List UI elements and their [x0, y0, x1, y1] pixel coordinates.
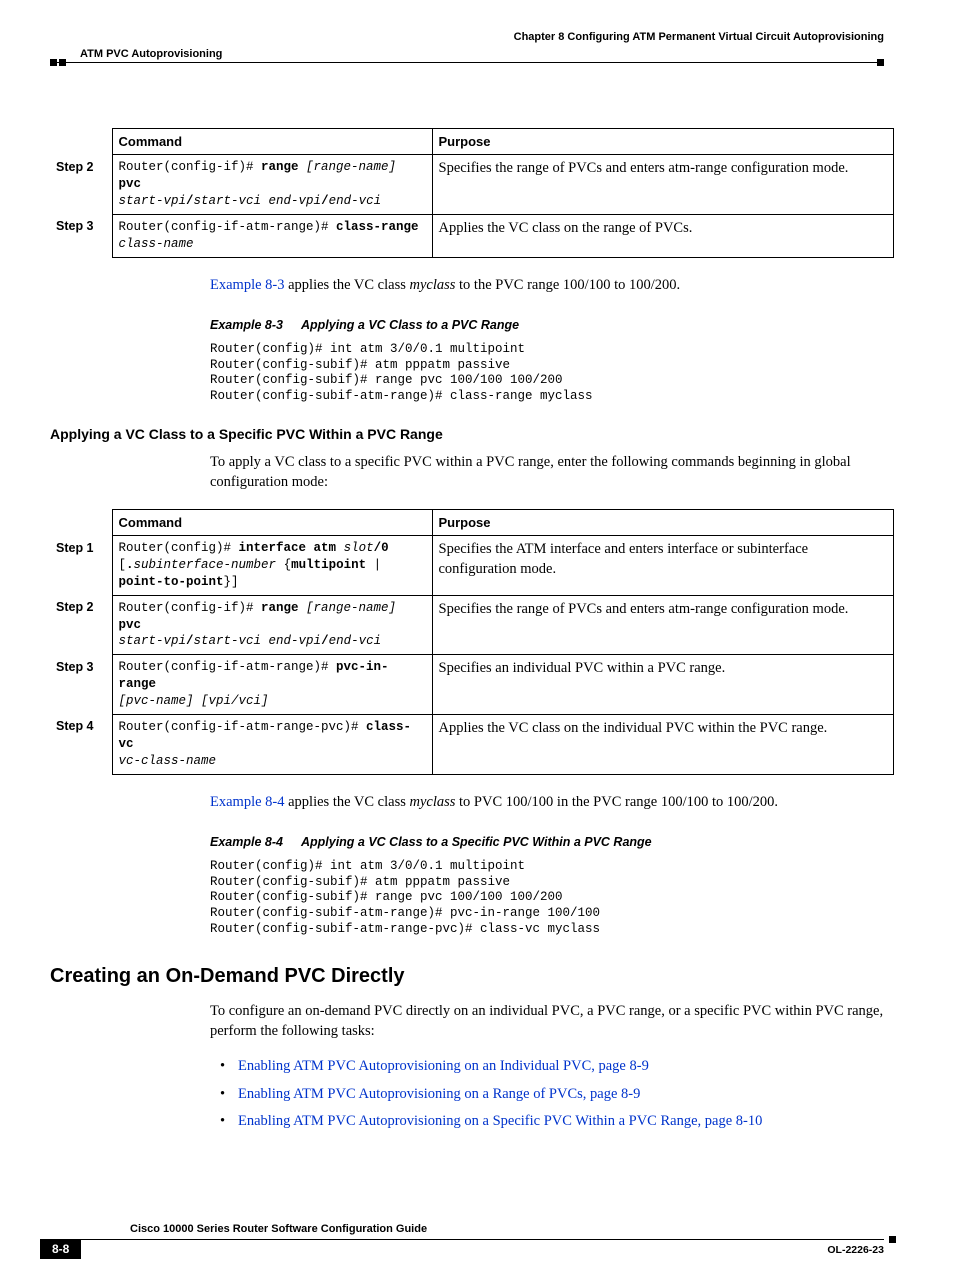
purpose-cell: Applies the VC class on the range of PVC…	[432, 214, 894, 257]
step-label: Step 3	[50, 214, 112, 257]
command-cell: Router(config-if-atm-range)# pvc-in-rang…	[112, 655, 432, 715]
purpose-cell: Specifies the ATM interface and enters i…	[432, 536, 894, 596]
task-link[interactable]: Enabling ATM PVC Autoprovisioning on a S…	[238, 1113, 762, 1129]
command-cell: Router(config)# interface atm slot/0[.su…	[112, 536, 432, 596]
step-label: Step 1	[50, 536, 112, 596]
task-link[interactable]: Enabling ATM PVC Autoprovisioning on a R…	[238, 1086, 640, 1102]
table-head-purpose: Purpose	[432, 509, 894, 536]
table-row: Step 1 Router(config)# interface atm slo…	[50, 536, 894, 596]
command-cell: Router(config-if)# range [range-name] pv…	[112, 595, 432, 655]
step-label: Step 4	[50, 714, 112, 774]
command-table-1: Command Purpose Step 2 Router(config-if)…	[50, 128, 894, 258]
code-block-8-3: Router(config)# int atm 3/0/0.1 multipoi…	[210, 342, 884, 405]
command-cell: Router(config-if-atm-range-pvc)# class-v…	[112, 714, 432, 774]
step-label: Step 2	[50, 595, 112, 655]
purpose-cell: Specifies the range of PVCs and enters a…	[432, 155, 894, 215]
table-head-empty	[50, 128, 112, 155]
purpose-cell: Applies the VC class on the individual P…	[432, 714, 894, 774]
table-head-command: Command	[112, 128, 432, 155]
page-footer: Cisco 10000 Series Router Software Confi…	[40, 1222, 884, 1245]
list-item: Enabling ATM PVC Autoprovisioning on a S…	[238, 1112, 884, 1132]
list-item: Enabling ATM PVC Autoprovisioning on a R…	[238, 1085, 884, 1105]
section-label: ATM PVC Autoprovisioning	[80, 47, 884, 62]
example-link[interactable]: Example 8-4	[210, 794, 285, 810]
example-caption-8-3: Example 8-3Applying a VC Class to a PVC …	[210, 317, 884, 334]
table-row: Step 2 Router(config-if)# range [range-n…	[50, 155, 894, 215]
table-head-empty	[50, 509, 112, 536]
heading-2: Creating an On-Demand PVC Directly	[50, 963, 884, 990]
example-caption-8-4: Example 8-4Applying a VC Class to a Spec…	[210, 834, 884, 851]
paragraph: To configure an on-demand PVC directly o…	[210, 1002, 884, 1041]
list-item: Enabling ATM PVC Autoprovisioning on an …	[238, 1057, 884, 1077]
heading-3: Applying a VC Class to a Specific PVC Wi…	[50, 425, 884, 444]
command-cell: Router(config-if)# range [range-name] pv…	[112, 155, 432, 215]
table-head-purpose: Purpose	[432, 128, 894, 155]
footer-decor	[889, 1236, 896, 1243]
header-rule	[50, 62, 884, 68]
purpose-cell: Specifies an individual PVC within a PVC…	[432, 655, 894, 715]
table-head-command: Command	[112, 509, 432, 536]
paragraph: Example 8-3 applies the VC class myclass…	[210, 276, 884, 296]
header-decor-right	[877, 59, 884, 66]
footer-rule: 8-8 OL-2226-23	[50, 1239, 884, 1245]
command-table-2: Command Purpose Step 1 Router(config)# i…	[50, 509, 894, 775]
code-block-8-4: Router(config)# int atm 3/0/0.1 multipoi…	[210, 859, 884, 937]
paragraph: To apply a VC class to a specific PVC wi…	[210, 453, 884, 492]
chapter-label: Chapter 8 Configuring ATM Permanent Virt…	[514, 30, 884, 45]
task-list: Enabling ATM PVC Autoprovisioning on an …	[238, 1057, 884, 1132]
doc-id: OL-2226-23	[827, 1243, 884, 1257]
page-number-badge: 8-8	[40, 1239, 81, 1259]
table-row: Step 4 Router(config-if-atm-range-pvc)# …	[50, 714, 894, 774]
table-row: Step 3 Router(config-if-atm-range)# clas…	[50, 214, 894, 257]
example-link[interactable]: Example 8-3	[210, 277, 285, 293]
page-header: Chapter 8 Configuring ATM Permanent Virt…	[40, 30, 884, 45]
task-link[interactable]: Enabling ATM PVC Autoprovisioning on an …	[238, 1058, 649, 1074]
paragraph: Example 8-4 applies the VC class myclass…	[210, 793, 884, 813]
step-label: Step 2	[50, 155, 112, 215]
step-label: Step 3	[50, 655, 112, 715]
command-cell: Router(config-if-atm-range)# class-range…	[112, 214, 432, 257]
table-row: Step 3 Router(config-if-atm-range)# pvc-…	[50, 655, 894, 715]
header-decor-left	[50, 59, 66, 66]
purpose-cell: Specifies the range of PVCs and enters a…	[432, 595, 894, 655]
table-row: Step 2 Router(config-if)# range [range-n…	[50, 595, 894, 655]
